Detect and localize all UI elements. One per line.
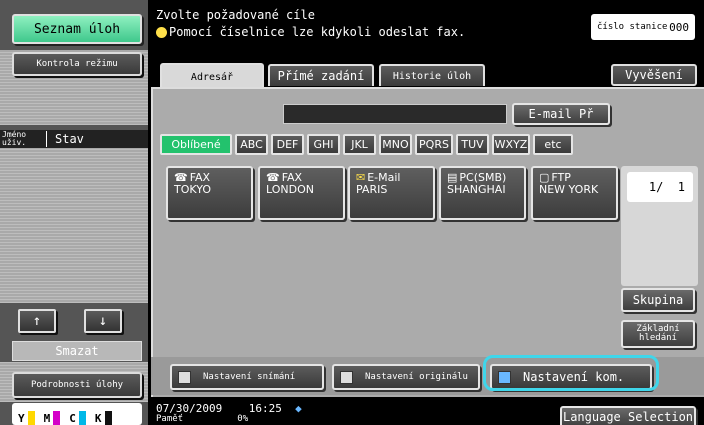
destination-name: SHANGHAI xyxy=(447,183,506,196)
column-status: Stav xyxy=(55,132,84,146)
toner-k-bar xyxy=(104,411,112,425)
station-label: číslo stanice xyxy=(597,22,668,32)
station-value: 000 xyxy=(669,20,689,34)
station-number: číslo stanice 000 xyxy=(591,14,695,40)
index-tuv[interactable]: TUV xyxy=(456,134,489,155)
tab-address-book[interactable]: Adresář xyxy=(160,63,264,89)
search-display xyxy=(283,104,507,124)
network-icon: ◆ xyxy=(295,402,302,415)
toner-k-label: K xyxy=(94,412,102,425)
scan-settings-button[interactable]: Nastavení snímání xyxy=(170,364,324,390)
destination-fax-tokyo[interactable]: ☎ FAX TOKYO xyxy=(166,166,253,220)
job-list-button[interactable]: Seznam úloh xyxy=(12,14,142,44)
email-direct-button[interactable]: E-mail Př xyxy=(512,103,610,125)
scroll-down-button[interactable]: ↓ xyxy=(84,309,122,333)
toner-y-label: Y xyxy=(18,412,25,425)
index-jkl[interactable]: JKL xyxy=(343,134,376,155)
page-title: Zvolte požadované cíle xyxy=(156,8,315,22)
page-subtitle: Pomocí číselnice lze kdykoli odeslat fax… xyxy=(156,25,465,39)
job-list-header: Jméno uživ. Stav xyxy=(0,130,148,148)
index-pqrs[interactable]: PQRS xyxy=(415,134,453,155)
toner-c-label: C xyxy=(69,412,76,425)
lightbulb-icon xyxy=(156,26,167,38)
index-def[interactable]: DEF xyxy=(271,134,304,155)
destination-ftp-new-york[interactable]: ▢ FTP NEW YORK xyxy=(531,166,618,220)
toner-m-bar xyxy=(53,411,61,425)
comm-settings-highlight xyxy=(483,355,659,391)
job-details-button[interactable]: Podrobnosti úlohy xyxy=(12,372,142,398)
job-list-area xyxy=(0,148,148,303)
publish-button[interactable]: Vyvěšení xyxy=(611,64,697,86)
original-settings-label: Nastavení originálu xyxy=(365,371,468,382)
time: 16:25 xyxy=(248,402,282,415)
index-mno[interactable]: MNO xyxy=(379,134,412,155)
scroll-up-button[interactable]: ↑ xyxy=(18,309,56,333)
index-ghi[interactable]: GHI xyxy=(307,134,340,155)
tab-direct-entry[interactable]: Přímé zadání xyxy=(268,64,374,86)
destination-fax-london[interactable]: ☎ FAX LONDON xyxy=(258,166,345,220)
toner-m-label: M xyxy=(43,412,51,425)
index-etc[interactable]: etc xyxy=(533,134,573,155)
destination-email-paris[interactable]: ✉ E-Mail PARIS xyxy=(348,166,435,220)
scan-settings-label: Nastavení snímání xyxy=(203,371,296,382)
destination-smb-shanghai[interactable]: ▤ PC(SMB) SHANGHAI xyxy=(439,166,526,220)
basic-search-button[interactable]: Základní hledání xyxy=(621,320,695,348)
index-favorites[interactable]: Oblíbené xyxy=(160,134,232,155)
destination-name: PARIS xyxy=(356,183,388,196)
page-total: 1 xyxy=(677,180,685,194)
arrow-up-icon: ↑ xyxy=(32,313,42,329)
group-button[interactable]: Skupina xyxy=(621,288,695,312)
toner-levels: Y M C K xyxy=(12,403,142,425)
destination-name: TOKYO xyxy=(174,183,211,196)
date-time: 07/30/2009 16:25 ◆ Paměť 0% xyxy=(156,403,302,425)
destination-name: NEW YORK xyxy=(539,183,599,196)
tab-job-history[interactable]: Historie úloh xyxy=(379,64,485,86)
memory-label: Paměť xyxy=(156,414,184,424)
original-icon xyxy=(340,370,353,384)
page-indicator: 1/ 1 xyxy=(627,172,693,202)
scan-icon xyxy=(178,370,191,384)
memory-value: 0% xyxy=(237,414,249,424)
delete-button[interactable]: Smazat xyxy=(12,341,142,361)
index-abc[interactable]: ABC xyxy=(235,134,268,155)
page-current: 1/ xyxy=(648,180,664,194)
toner-c-bar xyxy=(78,411,86,425)
language-selection-button[interactable]: Language Selection xyxy=(560,406,696,425)
column-user-name: Jméno uživ. xyxy=(2,130,27,147)
arrow-down-icon: ↓ xyxy=(98,313,108,329)
destination-name: LONDON xyxy=(266,183,314,196)
subtitle-text: Pomocí číselnice lze kdykoli odeslat fax… xyxy=(169,25,466,39)
toner-y-bar xyxy=(27,411,35,425)
mode-check-button[interactable]: Kontrola režimu xyxy=(12,52,142,76)
original-settings-button[interactable]: Nastavení originálu xyxy=(332,364,480,390)
index-wxyz[interactable]: WXYZ xyxy=(492,134,530,155)
